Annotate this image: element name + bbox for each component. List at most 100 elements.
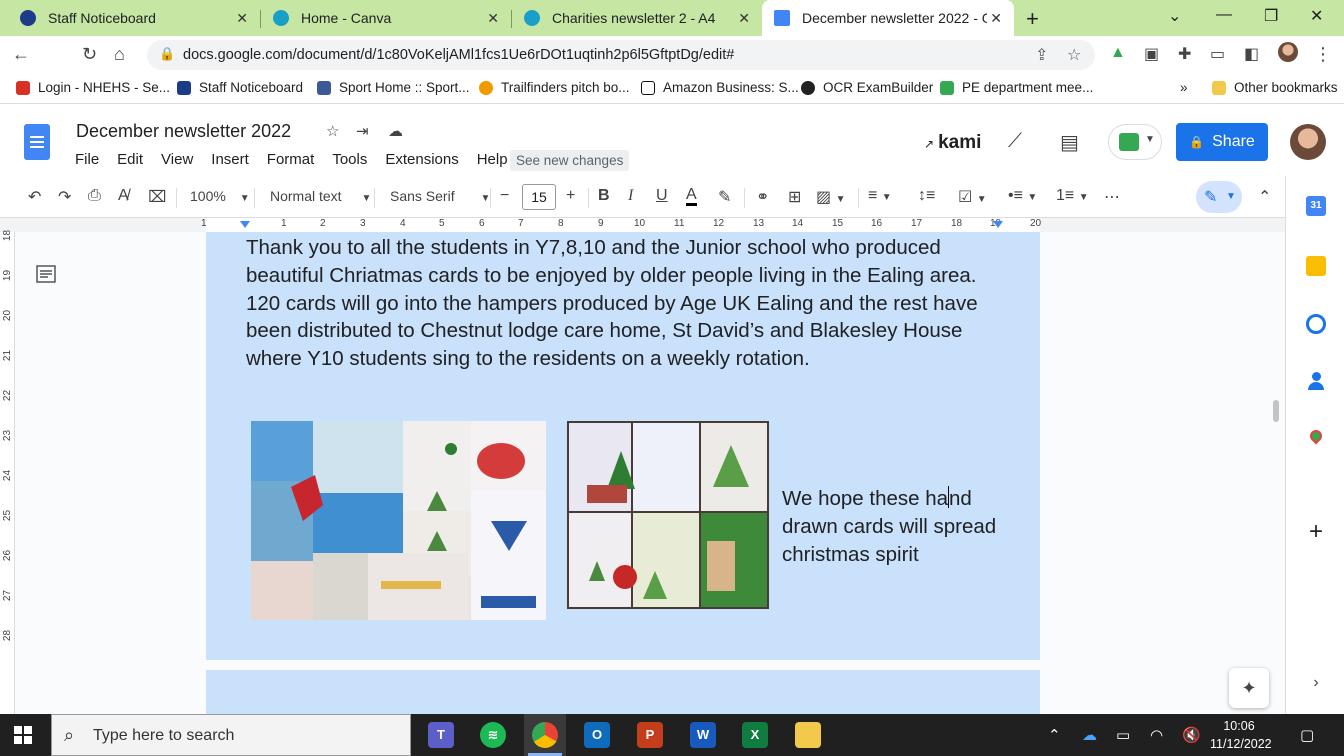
bookmark-sport-home[interactable]: Sport Home :: Sport... — [317, 80, 470, 95]
taskbar-search-box[interactable]: ⌕ Type here to search — [51, 714, 411, 756]
teams-icon[interactable]: T — [428, 722, 454, 748]
align-icon[interactable]: ≡ ▼ — [868, 187, 892, 205]
christmas-cards-photo-2[interactable] — [567, 421, 769, 609]
side-panel-icon[interactable]: ◧ — [1244, 44, 1259, 64]
menu-edit[interactable]: Edit — [117, 151, 143, 168]
tab-home-canva[interactable]: Home - Canva ✕ — [261, 0, 511, 36]
google-drive-icon[interactable]: ▲ — [1110, 44, 1126, 62]
close-icon[interactable]: ✕ — [487, 10, 499, 27]
other-bookmarks-folder[interactable]: Other bookmarks — [1212, 80, 1338, 95]
tasks-icon[interactable] — [1306, 314, 1326, 334]
wifi-icon[interactable]: ◠ — [1150, 726, 1163, 744]
tab-december-newsletter[interactable]: December newsletter 2022 - Goo ✕ — [762, 0, 1014, 36]
link-icon[interactable]: ⚭ — [756, 187, 769, 207]
document-title[interactable]: December newsletter 2022 — [76, 121, 291, 142]
chrome-icon[interactable] — [532, 722, 558, 748]
menu-insert[interactable]: Insert — [211, 151, 249, 168]
editing-mode-button[interactable]: ✎ ▼ — [1196, 181, 1242, 213]
see-new-changes-button[interactable]: See new changes — [510, 150, 630, 171]
menu-format[interactable]: Format — [267, 151, 315, 168]
menu-view[interactable]: View — [161, 151, 193, 168]
close-window-button[interactable]: ✕ — [1310, 6, 1323, 26]
battery-icon[interactable]: ▭ — [1116, 726, 1130, 744]
restore-button[interactable]: ❐ — [1264, 6, 1278, 26]
docs-logo-icon[interactable] — [24, 124, 50, 160]
minimize-button[interactable]: — — [1216, 6, 1232, 24]
close-icon[interactable]: ✕ — [738, 10, 750, 27]
lock-icon[interactable]: 🔒 — [159, 46, 175, 62]
spellcheck-icon[interactable]: A̸ — [118, 187, 129, 205]
powerpoint-icon[interactable]: P — [637, 722, 663, 748]
underline-icon[interactable]: U — [656, 187, 668, 205]
bookmark-staff-noticeboard[interactable]: Staff Noticeboard — [177, 80, 303, 95]
bookmark-star-icon[interactable]: ☆ — [1067, 45, 1081, 65]
volume-muted-icon[interactable]: 🔇 — [1182, 726, 1201, 744]
bookmark-trailfinders[interactable]: Trailfinders pitch bo... — [479, 80, 630, 95]
body-paragraph[interactable]: Thank you to all the students in Y7,8,10… — [246, 234, 1006, 373]
new-tab-button[interactable]: + — [1026, 6, 1039, 32]
move-folder-icon[interactable]: ⇥ — [356, 122, 369, 140]
christmas-cards-photo-1[interactable] — [251, 421, 546, 620]
zoom-select[interactable]: 100% ▼ — [190, 188, 250, 204]
puzzle-icon[interactable]: ✚ — [1178, 44, 1191, 64]
address-bar[interactable]: 🔒 docs.google.com/document/d/1c80VoKeljA… — [147, 40, 1095, 70]
bookmark-ocr-exambuilder[interactable]: OCR ExamBuilder — [801, 80, 933, 95]
line-spacing-icon[interactable]: ↕≡ — [918, 187, 935, 205]
text-color-icon[interactable]: A — [686, 187, 697, 206]
share-button[interactable]: 🔒 Share — [1176, 123, 1268, 161]
chevron-down-icon[interactable]: ⌄ — [1168, 6, 1181, 26]
vertical-scrollbar-thumb[interactable] — [1273, 400, 1279, 422]
calendar-icon[interactable]: 31 — [1306, 196, 1326, 216]
extension-icon[interactable]: ▣ — [1144, 44, 1159, 64]
document-next-page[interactable] — [206, 670, 1040, 714]
italic-icon[interactable]: I — [628, 187, 633, 205]
paint-format-icon[interactable]: ⌧ — [148, 187, 166, 207]
explore-button[interactable]: ✦ — [1229, 668, 1269, 708]
keep-icon[interactable] — [1306, 256, 1326, 276]
font-size-input[interactable]: 15 — [522, 184, 556, 210]
maps-icon[interactable] — [1306, 427, 1326, 450]
add-addon-icon[interactable]: + — [1306, 520, 1326, 544]
numbered-list-icon[interactable]: 1≡ ▼ — [1056, 187, 1089, 205]
menu-extensions[interactable]: Extensions — [385, 151, 458, 168]
insert-image-icon[interactable]: ▨ ▼ — [816, 187, 845, 207]
account-avatar[interactable] — [1290, 124, 1326, 160]
bookmark-pe-department[interactable]: PE department mee... — [940, 80, 1093, 95]
close-icon[interactable]: ✕ — [990, 10, 1002, 27]
system-clock[interactable]: 10:06 11/12/2022 — [1210, 717, 1272, 753]
add-comment-icon[interactable]: ⊞ — [788, 187, 801, 207]
highlight-icon[interactable]: ✎ — [718, 187, 731, 207]
redo-icon[interactable]: ↷ — [58, 187, 71, 207]
hide-menus-icon[interactable]: ⌃ — [1258, 187, 1271, 207]
more-bookmarks-button[interactable]: » — [1180, 80, 1188, 95]
onedrive-icon[interactable]: ☁ — [1082, 726, 1097, 744]
cloud-status-icon[interactable]: ☁ — [388, 122, 403, 140]
right-indent-marker[interactable] — [993, 221, 1003, 228]
tab-charities-newsletter[interactable]: Charities newsletter 2 - A4 ✕ — [512, 0, 762, 36]
home-icon[interactable]: ⌂ — [114, 44, 125, 65]
activity-trend-icon[interactable]: ⟋ — [1008, 130, 1022, 153]
left-indent-marker[interactable] — [240, 221, 250, 228]
image-caption-text[interactable]: We hope these hand drawn cards will spre… — [782, 485, 1012, 568]
bold-icon[interactable]: B — [598, 187, 610, 205]
decrease-font-size-button[interactable]: − — [500, 187, 509, 205]
tab-staff-noticeboard[interactable]: Staff Noticeboard ✕ — [8, 0, 260, 36]
back-icon[interactable]: ← — [12, 44, 30, 65]
menu-file[interactable]: File — [75, 151, 99, 168]
bookmark-amazon-business[interactable]: Amazon Business: S... — [641, 80, 799, 95]
url-text[interactable]: docs.google.com/document/d/1c80VoKeljAMl… — [183, 47, 734, 63]
menu-help[interactable]: Help — [477, 151, 508, 168]
comment-history-icon[interactable]: ▤ — [1060, 130, 1079, 155]
kami-button[interactable]: ↗ kami — [924, 132, 981, 154]
paragraph-style-select[interactable]: Normal text ▼ — [270, 188, 371, 204]
chevron-up-icon[interactable]: ⌃ — [1048, 726, 1061, 744]
checklist-icon[interactable]: ☑ ▼ — [958, 187, 987, 207]
profile-avatar[interactable] — [1278, 42, 1298, 62]
menu-tools[interactable]: Tools — [332, 151, 367, 168]
spotify-icon[interactable]: ≋ — [480, 722, 506, 748]
file-explorer-icon[interactable] — [795, 722, 821, 748]
reload-icon[interactable]: ↻ — [82, 44, 97, 65]
windows-start-icon[interactable] — [14, 726, 32, 744]
contacts-icon[interactable] — [1306, 372, 1326, 392]
excel-icon[interactable]: X — [742, 722, 768, 748]
